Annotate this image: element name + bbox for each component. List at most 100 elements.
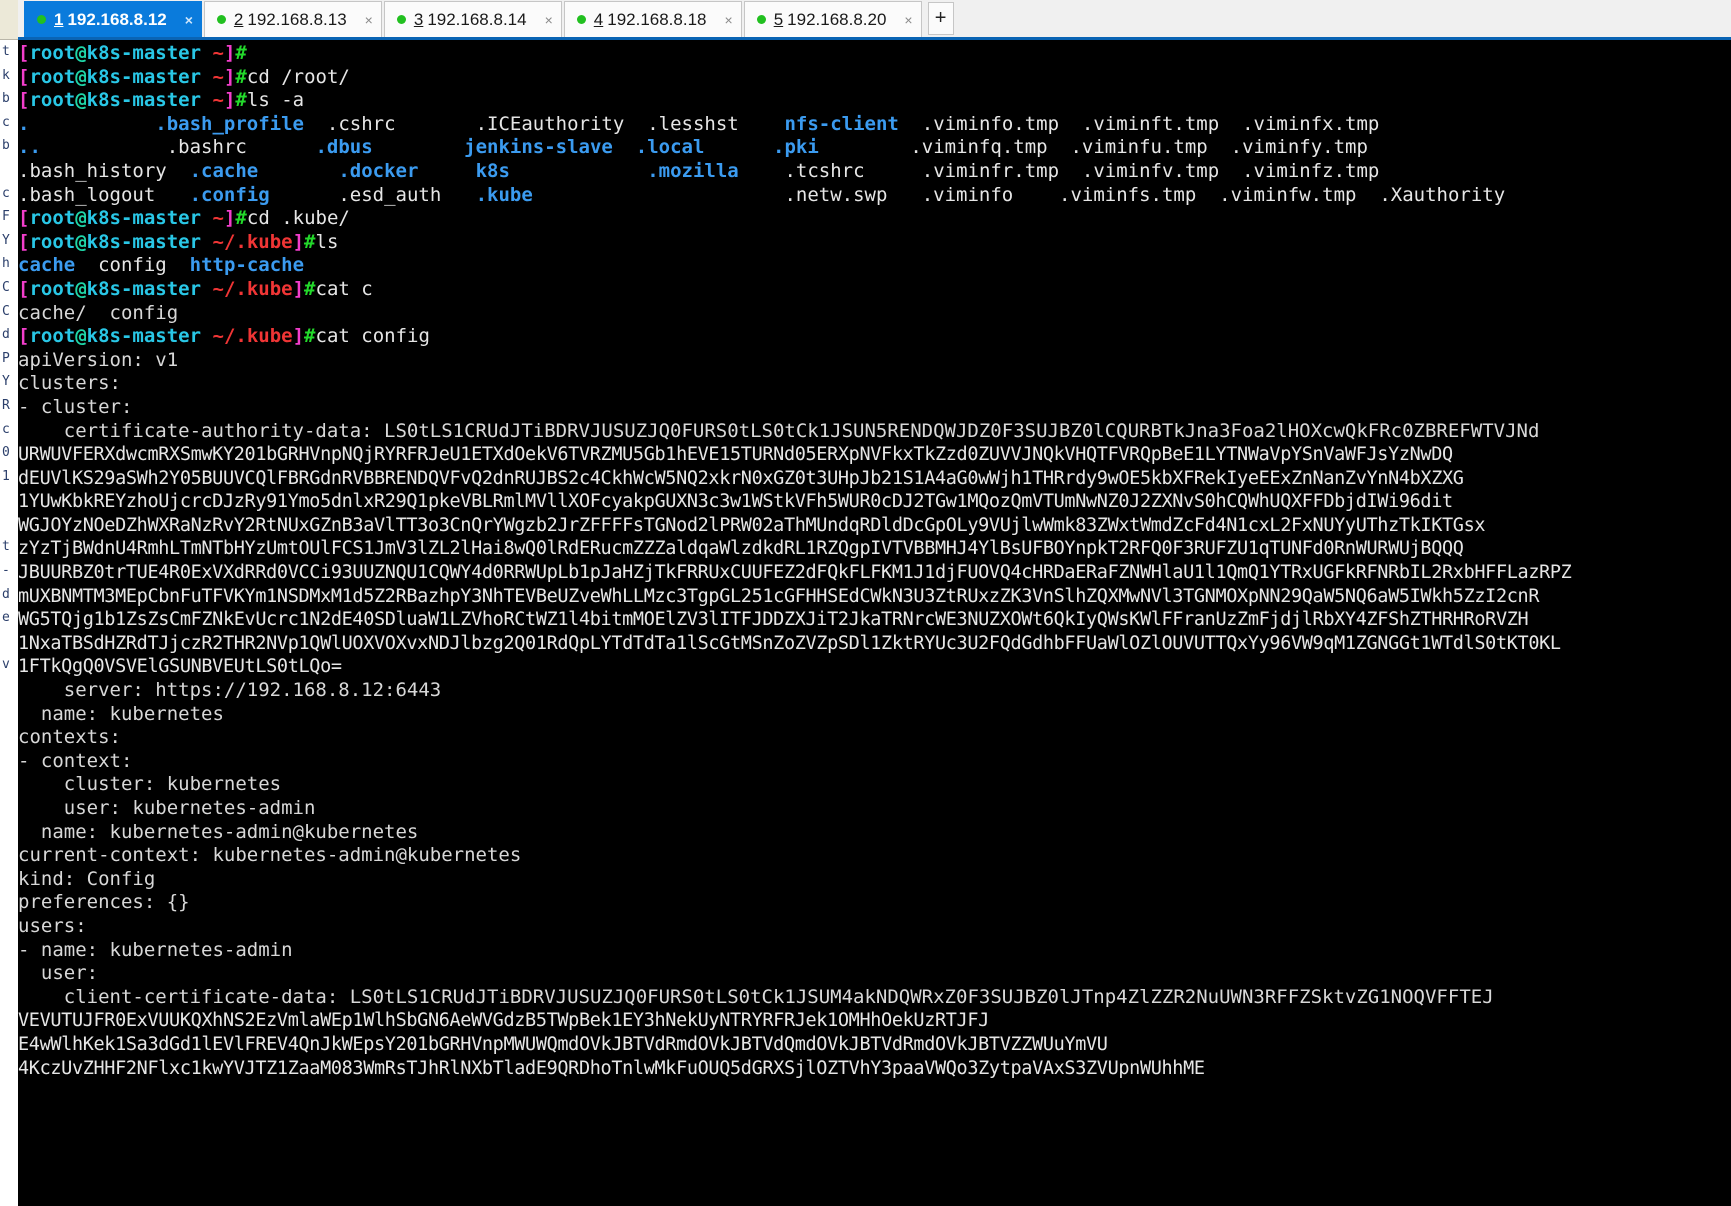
- prompt-sigil: #: [304, 277, 316, 300]
- yaml-line: server: https://192.168.8.12:6443: [18, 679, 442, 702]
- prompt-line: [root@k8s-master ~]#cd /root/: [18, 65, 350, 88]
- close-icon[interactable]: ×: [181, 12, 197, 28]
- prompt-host: k8s-master: [86, 42, 202, 64]
- prompt-path: ~: [212, 207, 224, 230]
- prompt-line: [root@k8s-master ~]#: [18, 42, 247, 64]
- yaml-line: - context:: [18, 749, 133, 772]
- dir-cache: cache: [18, 254, 76, 277]
- prompt-sigil: #: [304, 325, 316, 348]
- tab-192-168-8-14[interactable]: 3 192.168.8.14 ×: [383, 1, 562, 37]
- status-dot-icon: [37, 15, 46, 24]
- prompt-user: root: [29, 207, 76, 230]
- tab-label: 192.168.8.12: [67, 9, 167, 29]
- prompt-path: ~: [212, 65, 224, 88]
- command-text: ls: [315, 230, 339, 253]
- completion-line: cache/ config: [18, 301, 179, 324]
- tab-192-168-8-12[interactable]: 1 192.168.8.12 ×: [24, 1, 202, 37]
- yaml-line: user:: [18, 962, 99, 985]
- ls-row: .bash_logout .config .esd_auth .kube .ne…: [18, 183, 1506, 206]
- status-dot-icon: [216, 15, 226, 24]
- ca-data-label: certificate-authority-data:: [18, 419, 385, 442]
- command-text: cd .kube/: [246, 207, 350, 230]
- yaml-line: kind: Config: [18, 867, 156, 890]
- prompt-host: k8s-master: [86, 207, 202, 230]
- ls-row: .. .bashrc .dbus jenkins-slave .local .p…: [18, 136, 1368, 159]
- prompt-path: ~/.kube: [212, 325, 293, 348]
- yaml-line: users:: [18, 914, 87, 937]
- client-cert-line: client-certificate-data: LS0tLS1CRUdJTiB…: [18, 986, 1731, 1010]
- prompt-host: k8s-master: [86, 277, 202, 300]
- prompt-line: [root@k8s-master ~/.kube]#ls: [18, 230, 339, 253]
- prompt-line: [root@k8s-master ~]#cd .kube/: [18, 207, 350, 230]
- prompt-path: ~/.kube: [212, 230, 293, 253]
- yaml-line: name: kubernetes: [18, 702, 224, 725]
- prompt-line: [root@k8s-master ~/.kube]#cat c: [18, 277, 373, 300]
- close-icon[interactable]: ×: [541, 12, 557, 28]
- yaml-line: clusters:: [18, 372, 121, 395]
- ca-data-wrap: 1YUwKbkREYzhoUjcrcDJzRy91Ymo5dnlxR29Q1pk…: [18, 491, 1453, 513]
- tab-number: 2: [233, 9, 244, 29]
- yaml-line: contexts:: [18, 726, 121, 749]
- close-icon[interactable]: ×: [900, 12, 916, 28]
- prompt-sigil: #: [235, 89, 247, 112]
- prompt-user: root: [29, 65, 76, 88]
- prompt-line: [root@k8s-master ~]#ls -a: [18, 89, 305, 112]
- tab-number: 4: [593, 9, 604, 29]
- command-text: cat config: [315, 325, 430, 348]
- ls-row: .bash_history .cache .docker k8s .mozill…: [18, 159, 1380, 182]
- prompt-path: ~: [212, 89, 224, 112]
- tab-number: 1: [54, 9, 64, 29]
- ca-data-wrap: 1FTkQgQ0VSVElGSUNBVEUtLS0tLQo=: [18, 656, 342, 678]
- new-tab-button[interactable]: +: [927, 2, 954, 35]
- prompt-host: k8s-master: [86, 230, 202, 253]
- status-dot-icon: [576, 15, 586, 24]
- prompt-user: root: [29, 230, 76, 253]
- tab-label: 192.168.8.20: [787, 9, 887, 29]
- ca-data-line: certificate-authority-data: LS0tLS1CRUdJ…: [18, 420, 1731, 444]
- ls-kube-row: cache config http-cache: [18, 254, 1731, 278]
- ca-data-wrap: mUXBNMTM3MEpCbnFuTFVKYm1NSDMxM1d5Z2RBazh…: [18, 585, 1540, 607]
- prompt-path: ~: [212, 42, 224, 64]
- file-config: config: [98, 254, 167, 277]
- status-dot-icon: [756, 15, 766, 24]
- yaml-line: - cluster:: [18, 395, 133, 418]
- prompt-sigil: #: [235, 65, 247, 88]
- ca-data-wrap: WG5TQjg1b1ZsZsCmFZNkEvUcrc1N2dE40SDluaW1…: [18, 609, 1529, 631]
- client-cert-wrap: VEVUTUJFR0ExVUUKQXhNS2EzVmlaWEp1WlhSbGN6…: [18, 1010, 989, 1032]
- background-window: t k b c b c F Y h C C d P Y R c 0 1 t - …: [0, 0, 19, 1206]
- command-text: ls -a: [246, 89, 305, 112]
- terminal-pane[interactable]: [root@k8s-master ~]# [root@k8s-master ~]#…: [18, 40, 1731, 1206]
- close-icon[interactable]: ×: [721, 12, 737, 28]
- ca-data-wrap: 1NxaTBSdHZRdTJjczR2THR2NVp1QWlUOXVOXvxND…: [18, 632, 1561, 654]
- close-icon[interactable]: ×: [361, 12, 377, 28]
- background-window-titlebar: [0, 0, 18, 40]
- yaml-line: user: kubernetes-admin: [18, 797, 316, 819]
- ls-row: . .bash_profile .cshrc .ICEauthority .le…: [18, 112, 1380, 135]
- prompt-user: root: [29, 42, 76, 64]
- tab-192-168-8-20[interactable]: 5 192.168.8.20 ×: [743, 1, 922, 37]
- terminal-output: [root@k8s-master ~]# [root@k8s-master ~]#…: [18, 40, 1731, 1080]
- ca-data-wrap: URWUVFERXdwcmRXSmwKY201bGRHVnpNQjRYRFRJe…: [18, 444, 1453, 466]
- prompt-host: k8s-master: [86, 89, 202, 112]
- tab-label: 192.168.8.14: [427, 9, 527, 29]
- prompt-sigil: #: [304, 230, 316, 253]
- yaml-line: - name: kubernetes-admin: [18, 938, 293, 961]
- ca-data-wrap: JBUURBZ0trTUE4R0ExVXdRRd0VCCi93UUZNQU1CQ…: [18, 562, 1572, 584]
- tab-number: 3: [413, 9, 424, 29]
- tab-192-168-8-13[interactable]: 2 192.168.8.13 ×: [203, 1, 382, 37]
- prompt-path: ~/.kube: [212, 277, 293, 300]
- prompt-user: root: [29, 325, 76, 348]
- tab-192-168-8-18[interactable]: 4 192.168.8.18 ×: [563, 1, 742, 37]
- tab-bar: 1 192.168.8.12 × 2 192.168.8.13 × 3 192.…: [18, 0, 1731, 40]
- ca-data-wrap: zYzTjBWdnU4RmhLTmNTbHYzUmtOUlFCS1JmV3lZL…: [18, 538, 1464, 560]
- tab-number: 5: [773, 9, 784, 29]
- prompt-line: [root@k8s-master ~/.kube]#cat config: [18, 325, 430, 348]
- prompt-sigil: #: [235, 207, 247, 230]
- ca-data-head: LS0tLS1CRUdJTiBDRVJUSUZJQ0FURS0tLS0tCk1J…: [384, 419, 1540, 442]
- status-dot-icon: [396, 15, 406, 24]
- yaml-line: name: kubernetes-admin@kubernetes: [18, 820, 419, 843]
- client-cert-head: LS0tLS1CRUdJTiBDRVJUSUZJQ0FURS0tLS0tCk1J…: [349, 985, 1494, 1008]
- tab-label: 192.168.8.13: [247, 9, 347, 29]
- prompt-sigil: #: [235, 42, 247, 64]
- client-cert-wrap: E4wWlhKek1Sa3dGd1lEVlFREV4QnJkWEpsY201bG…: [18, 1033, 1108, 1055]
